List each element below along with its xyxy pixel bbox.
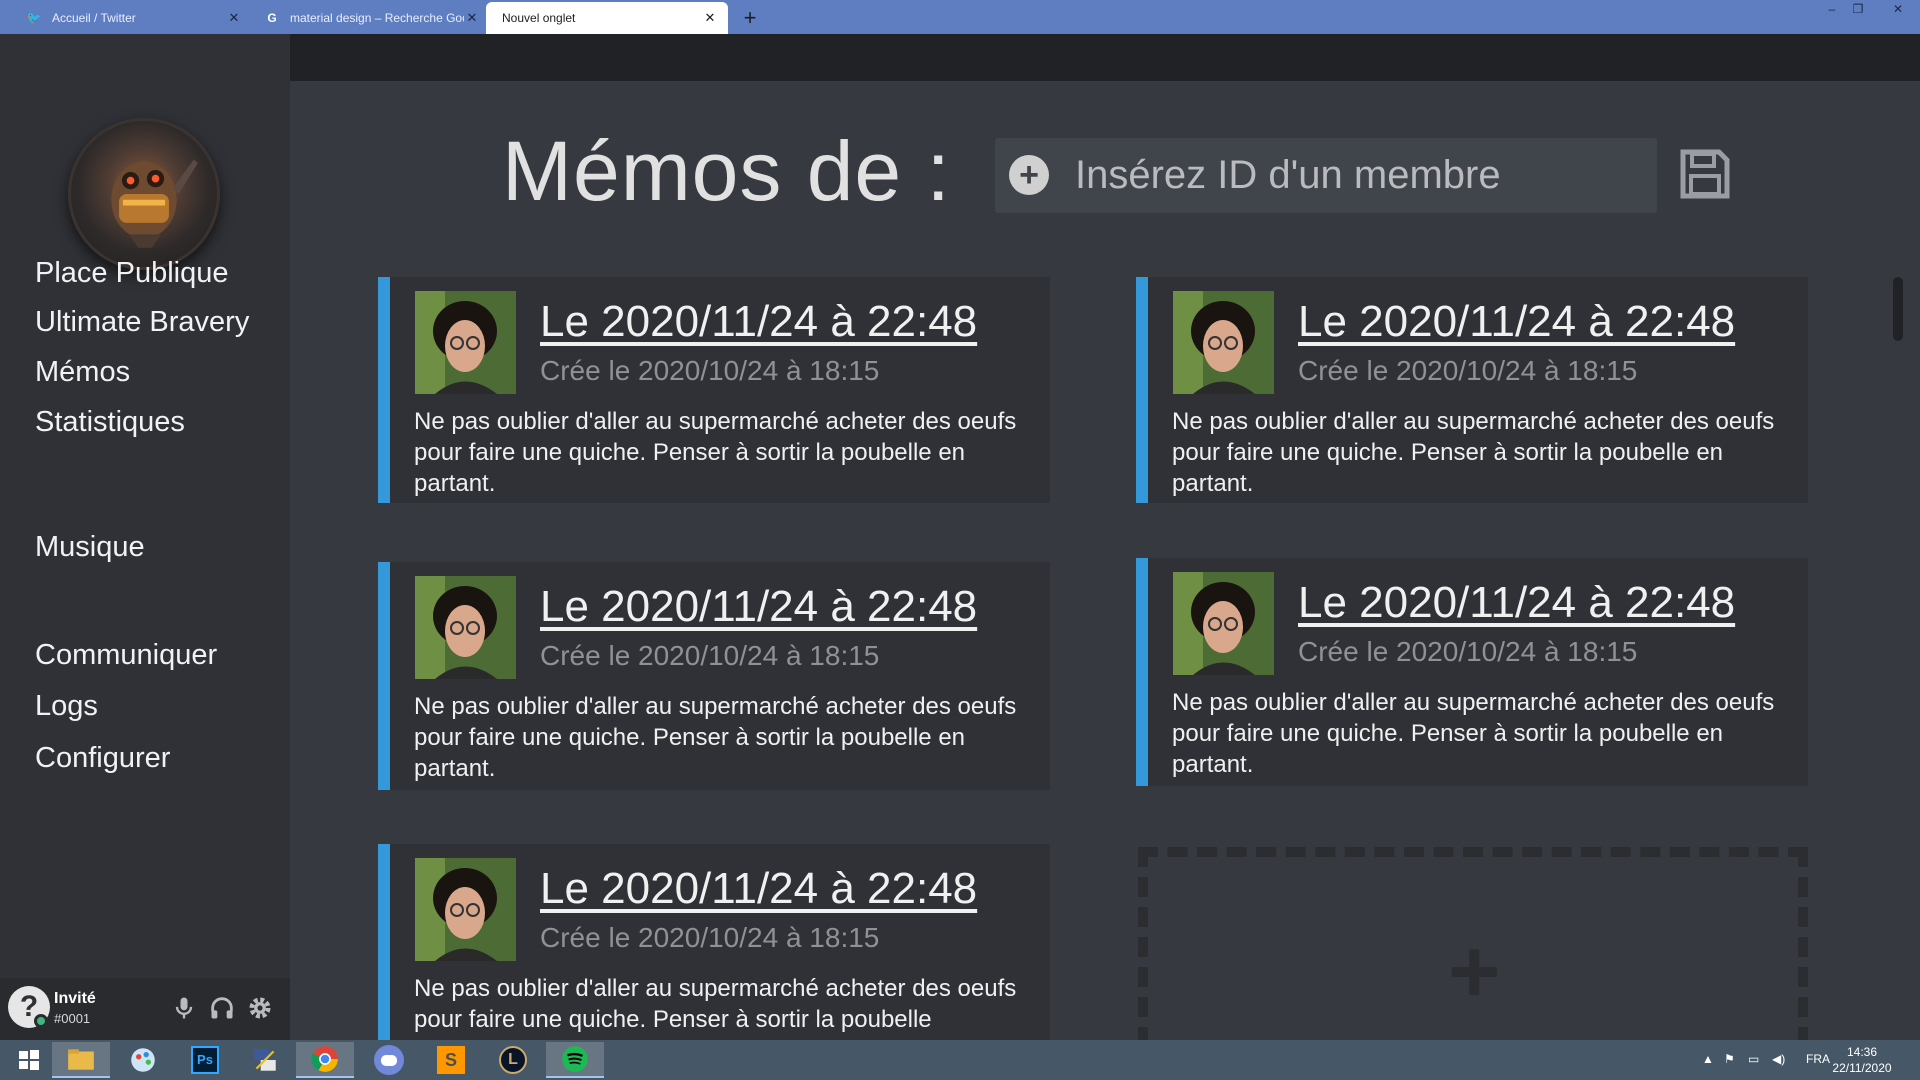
discord-icon[interactable] xyxy=(360,1042,418,1078)
tab-google-search[interactable]: G material design – Recherche Goo ✕ xyxy=(248,2,490,34)
close-tab-icon[interactable]: ✕ xyxy=(702,10,718,26)
memo-created-date: Crée le 2020/10/24 à 18:15 xyxy=(1298,355,1638,386)
tab-label: Accueil / Twitter xyxy=(52,11,136,25)
show-hidden-icons[interactable]: ▲ xyxy=(1702,1052,1714,1066)
bot-avatar xyxy=(68,118,220,270)
window-close-icon[interactable]: ✕ xyxy=(1884,2,1912,20)
nav-communiquer[interactable]: Communiquer xyxy=(35,639,217,672)
memo-card[interactable]: Le 2020/11/24 à 22:48 Crée le 2020/10/24… xyxy=(378,562,1050,790)
nav-musique[interactable]: Musique xyxy=(35,531,145,564)
memo-due-date[interactable]: Le 2020/11/24 à 22:48 xyxy=(1298,297,1735,347)
scrollbar-thumb[interactable] xyxy=(1893,277,1903,341)
online-status-indicator xyxy=(34,1014,48,1028)
sublime-text-icon[interactable]: S xyxy=(422,1042,480,1078)
volume-icon[interactable]: ◀) xyxy=(1772,1052,1785,1066)
paint-icon[interactable] xyxy=(114,1042,172,1078)
tab-label: material design – Recherche Goo xyxy=(290,11,464,25)
author-photo xyxy=(1173,291,1274,394)
memo-body: Ne pas oublier d'aller au supermarché ac… xyxy=(414,693,1017,782)
nav-configurer[interactable]: Configurer xyxy=(35,742,170,775)
user-name: Invité xyxy=(54,990,96,1007)
spotify-icon[interactable] xyxy=(546,1042,604,1078)
user-panel: ? Invité #0001 xyxy=(0,978,290,1040)
user-tag: #0001 xyxy=(54,1011,91,1026)
memo-body: Ne pas oublier d'aller au supermarché ac… xyxy=(1172,408,1775,497)
memo-due-date[interactable]: Le 2020/11/24 à 22:48 xyxy=(540,582,977,632)
browser-tab-bar: 🐦 Accueil / Twitter ✕ G material design … xyxy=(0,0,1920,34)
nav-logs[interactable]: Logs xyxy=(35,690,98,723)
author-photo xyxy=(415,291,516,394)
memo-body: Ne pas oublier d'aller au supermarché ac… xyxy=(414,975,1017,1033)
memo-created-date: Crée le 2020/10/24 à 18:15 xyxy=(540,355,880,386)
nav-ultimate-bravery[interactable]: Ultimate Bravery xyxy=(35,306,249,339)
windows-taskbar: Ps S L ▲ ⚑ ▭ ◀) FRA 14:36 22/11/2020 xyxy=(0,1040,1920,1080)
memo-card[interactable]: Le 2020/11/24 à 22:48 Crée le 2020/10/24… xyxy=(378,844,1050,1044)
nav-statistiques[interactable]: Statistiques xyxy=(35,406,185,439)
nav-memos[interactable]: Mémos xyxy=(35,356,130,389)
photoshop-icon[interactable]: Ps xyxy=(176,1042,234,1078)
clock-date: 22/11/2020 xyxy=(1832,1061,1892,1075)
save-icon[interactable] xyxy=(1678,147,1732,201)
flag-notification-icon[interactable]: ⚑ xyxy=(1724,1052,1735,1066)
close-tab-icon[interactable]: ✕ xyxy=(464,10,480,26)
author-photo xyxy=(415,858,516,961)
network-tool-icon[interactable] xyxy=(236,1042,294,1078)
memo-due-date[interactable]: Le 2020/11/24 à 22:48 xyxy=(540,864,977,914)
google-icon: G xyxy=(267,11,277,25)
tab-twitter[interactable]: 🐦 Accueil / Twitter ✕ xyxy=(10,2,252,34)
windows-start-icon[interactable] xyxy=(0,1042,58,1078)
minimize-icon[interactable]: – xyxy=(1818,2,1846,20)
main-content: Mémos de : + Le 2020/11/24 à 22:48 Crée … xyxy=(290,81,1920,1047)
sidebar: Place Publique Ultimate Bravery Mémos St… xyxy=(0,34,290,1040)
league-of-legends-icon[interactable]: L xyxy=(484,1042,542,1078)
top-strip xyxy=(290,34,1920,81)
plus-icon: + xyxy=(1448,922,1501,1022)
file-explorer-icon[interactable] xyxy=(52,1042,110,1078)
memo-card[interactable]: Le 2020/11/24 à 22:48 Crée le 2020/10/24… xyxy=(1136,558,1808,786)
twitter-icon: 🐦 xyxy=(26,11,42,25)
memo-created-date: Crée le 2020/10/24 à 18:15 xyxy=(540,922,880,953)
author-photo xyxy=(1173,572,1274,675)
memo-created-date: Crée le 2020/10/24 à 18:15 xyxy=(1298,636,1638,667)
member-id-input[interactable] xyxy=(1075,146,1635,204)
new-tab-button[interactable]: + xyxy=(736,4,764,32)
memo-card[interactable]: Le 2020/11/24 à 22:48 Crée le 2020/10/24… xyxy=(378,277,1050,503)
network-icon[interactable]: ▭ xyxy=(1748,1052,1759,1066)
chrome-icon[interactable] xyxy=(296,1042,354,1078)
memo-due-date[interactable]: Le 2020/11/24 à 22:48 xyxy=(1298,578,1735,628)
clock-time: 14:36 xyxy=(1846,1045,1878,1059)
member-id-field: + xyxy=(995,138,1657,213)
settings-gear-icon[interactable] xyxy=(246,994,274,1022)
microphone-icon[interactable] xyxy=(170,994,198,1022)
author-photo xyxy=(415,576,516,679)
tab-new-tab[interactable]: Nouvel onglet ✕ xyxy=(486,2,728,34)
add-memo-button[interactable]: + xyxy=(1138,847,1808,1047)
memo-card[interactable]: Le 2020/11/24 à 22:48 Crée le 2020/10/24… xyxy=(1136,277,1808,503)
add-member-icon[interactable]: + xyxy=(1009,155,1049,195)
close-tab-icon[interactable]: ✕ xyxy=(226,10,242,26)
memo-created-date: Crée le 2020/10/24 à 18:15 xyxy=(540,640,880,671)
headphones-icon[interactable] xyxy=(208,994,236,1022)
memo-body: Ne pas oublier d'aller au supermarché ac… xyxy=(414,408,1017,497)
memo-body: Ne pas oublier d'aller au supermarché ac… xyxy=(1172,689,1775,778)
page-title: Mémos de : xyxy=(502,124,951,218)
nav-place-publique[interactable]: Place Publique xyxy=(35,257,228,290)
restore-icon[interactable]: ❐ xyxy=(1844,2,1872,20)
system-clock[interactable]: 14:36 22/11/2020 xyxy=(1822,1044,1902,1076)
tab-label: Nouvel onglet xyxy=(502,11,576,25)
memo-due-date[interactable]: Le 2020/11/24 à 22:48 xyxy=(540,297,977,347)
